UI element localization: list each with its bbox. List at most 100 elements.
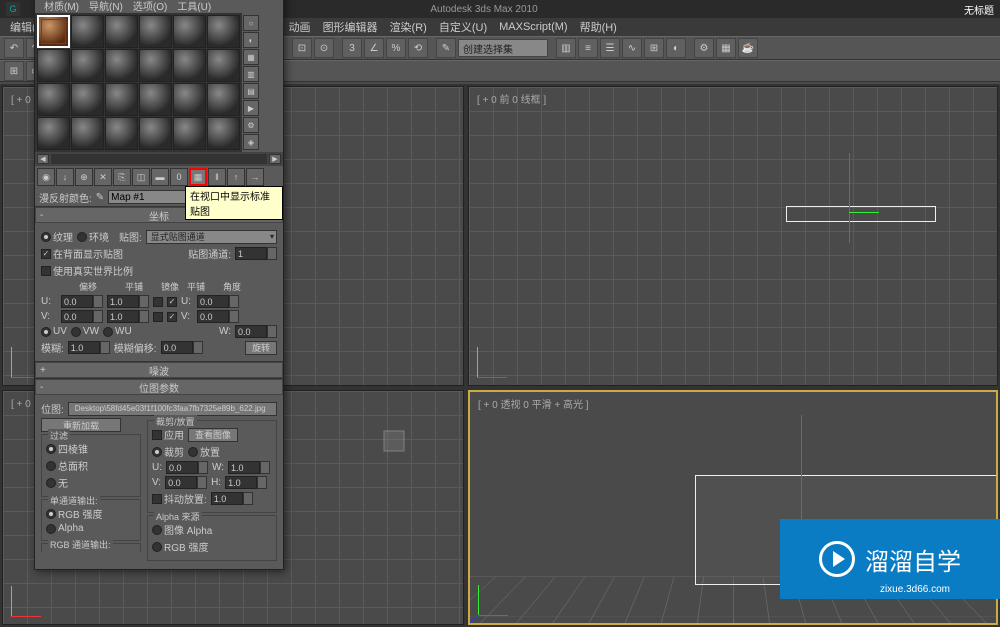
viewcube-icon[interactable] [374,421,414,461]
sample-slot-20[interactable] [71,117,104,150]
u-tile-checkbox[interactable]: ✓ [167,297,177,307]
sample-slot-24[interactable] [207,117,240,150]
align-icon[interactable]: ≡ [578,38,598,58]
sample-slot-16[interactable] [139,83,172,116]
sample-slot-18[interactable] [207,83,240,116]
render-frame-icon[interactable]: ▦ [716,38,736,58]
menu-graph-editors[interactable]: 图形编辑器 [317,19,384,35]
crop-v-spinner[interactable] [165,476,207,489]
menu-customize[interactable]: 自定义(U) [433,19,493,35]
refcoord-icon[interactable]: ⊡ [292,38,312,58]
sample-slot-3[interactable] [105,15,138,48]
crop-radio[interactable]: 裁剪 [152,444,184,459]
summed-area-radio[interactable]: 总面积 [46,458,136,473]
rgb-intensity-radio[interactable]: RGB 强度 [46,506,136,521]
sample-slot-12[interactable] [207,49,240,82]
sample-slot-19[interactable] [37,117,70,150]
show-end-result-icon[interactable]: ‖ [208,168,226,186]
show-map-in-viewport-icon[interactable]: ▦ [189,168,207,186]
reset-icon[interactable]: ✕ [94,168,112,186]
uv-radio[interactable]: UV [41,326,67,337]
u-offset-spinner[interactable] [61,295,103,308]
sample-slot-22[interactable] [139,117,172,150]
menu-help[interactable]: 帮助(H) [574,19,623,35]
select-by-mat-icon[interactable]: ◈ [243,134,259,150]
sample-slot-21[interactable] [105,117,138,150]
put-to-library-icon[interactable]: ▬ [151,168,169,186]
sample-type-icon[interactable]: ○ [243,15,259,31]
render-setup-icon[interactable]: ⚙ [694,38,714,58]
angle-snap-icon[interactable]: ∠ [364,38,384,58]
viewport-front[interactable]: [ + 0 前 0 线框 ] [468,86,998,386]
material-id-icon[interactable]: 0 [170,168,188,186]
get-material-icon[interactable]: ◉ [37,168,55,186]
sample-slot-14[interactable] [71,83,104,116]
rgb-alpha-radio[interactable]: RGB 强度 [152,539,272,554]
rotate-button[interactable]: 旋转 [245,341,277,355]
blur-spinner[interactable] [68,341,110,354]
menu-maxscript[interactable]: MAXScript(M) [493,21,573,33]
jitter-checkbox[interactable]: 抖动放置: [152,491,207,506]
rollout-toggle-icon[interactable]: - [40,210,43,221]
video-check-icon[interactable]: ▤ [243,83,259,99]
wu-radio[interactable]: WU [103,326,132,337]
named-sel-icon[interactable]: ✎ [436,38,456,58]
pivot-icon[interactable]: ⊙ [314,38,334,58]
make-copy-icon[interactable]: ⎘ [113,168,131,186]
image-alpha-radio[interactable]: 图像 Alpha [152,522,272,537]
percent-snap-icon[interactable]: % [386,38,406,58]
material-editor-icon[interactable]: ◐ [666,38,686,58]
sample-slot-7[interactable] [37,49,70,82]
sample-slot-8[interactable] [71,49,104,82]
jitter-spinner[interactable] [211,492,253,505]
alpha-mono-radio[interactable]: Alpha [46,523,136,534]
schematic-icon[interactable]: ⊞ [644,38,664,58]
go-forward-icon[interactable]: → [246,168,264,186]
material-editor-window[interactable]: ◉ 材质编辑器 - 01 - Default _ □ ✕ 材质(M) 导航(N)… [34,0,284,570]
view-image-button[interactable]: 查看图像 [188,428,238,442]
v-tile-checkbox[interactable]: ✓ [167,312,177,322]
v-mirror-checkbox[interactable] [153,312,163,322]
mat-menu-navigation[interactable]: 导航(N) [84,0,128,13]
real-world-checkbox[interactable]: 使用真实世界比例 [41,263,133,278]
channel-spinner[interactable] [235,247,277,260]
curve-editor-icon[interactable]: ∿ [622,38,642,58]
options-icon[interactable]: ⚙ [243,117,259,133]
viewport-label-front[interactable]: [ + 0 前 0 线框 ] [477,91,546,106]
sample-slot-5[interactable] [173,15,206,48]
rollout-toggle-icon[interactable]: - [40,382,43,393]
place-radio[interactable]: 放置 [188,444,220,459]
v-offset-spinner[interactable] [61,310,103,323]
pyramidal-radio[interactable]: 四棱锥 [46,441,136,456]
none-radio[interactable]: 无 [46,475,136,490]
sample-slot-2[interactable] [71,15,104,48]
u-tiling-spinner[interactable] [107,295,149,308]
bitmap-path-button[interactable]: Desktop\58fd45e03f1f100fc3faa7fb7325e89b… [68,402,277,416]
mat-menu-material[interactable]: 材质(M) [39,0,84,13]
scroll-right-icon[interactable]: ▶ [269,154,281,164]
assign-icon[interactable]: ⊕ [75,168,93,186]
sample-slot-23[interactable] [173,117,206,150]
put-to-scene-icon[interactable]: ↓ [56,168,74,186]
sample-slot-10[interactable] [139,49,172,82]
bitmap-params-header[interactable]: - 位图参数 [35,379,283,395]
w-angle-spinner[interactable] [235,325,277,338]
sample-slot-9[interactable] [105,49,138,82]
undo-icon[interactable]: ↶ [4,38,24,58]
rollout-toggle-icon[interactable]: + [40,365,46,376]
menu-rendering[interactable]: 渲染(R) [384,19,433,35]
make-preview-icon[interactable]: ▶ [243,100,259,116]
sample-slot-15[interactable] [105,83,138,116]
background-icon[interactable]: ▦ [243,49,259,65]
go-to-parent-icon[interactable]: ↑ [227,168,245,186]
sample-slot-6[interactable] [207,15,240,48]
snap-icon[interactable]: 3 [342,38,362,58]
sample-slot-11[interactable] [173,49,206,82]
mirror-icon[interactable]: ▥ [556,38,576,58]
crop-u-spinner[interactable] [166,461,208,474]
viewport-label-persp[interactable]: [ + 0 透视 0 平滑 + 高光 ] [478,396,589,411]
render-icon[interactable]: ☕ [738,38,758,58]
noise-header[interactable]: + 噪波 [35,362,283,378]
v-angle-spinner[interactable] [197,310,239,323]
texture-radio[interactable]: 纹理 [41,229,73,244]
